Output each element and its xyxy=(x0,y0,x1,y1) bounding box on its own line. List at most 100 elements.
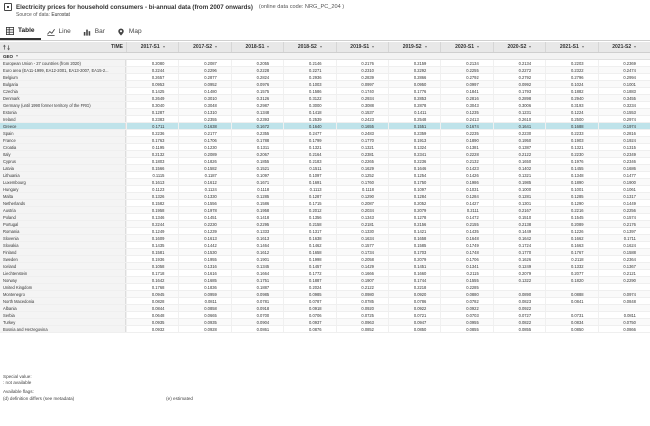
cell-value: 0.2235 xyxy=(466,130,479,136)
tab-table[interactable]: Table xyxy=(0,23,41,40)
row-geo-label[interactable]: European Union - 27 countries (from 2020… xyxy=(0,60,126,66)
row-geo-label[interactable]: Liechtenstein xyxy=(0,270,126,276)
tab-bar[interactable]: Bar xyxy=(77,23,111,40)
column-header[interactable]: 2020-S1 xyxy=(440,42,492,52)
table-row[interactable]: Portugal 0.2244 0.2230 0.2295 0.2158 0.2181 0.… xyxy=(0,221,650,228)
row-geo-label[interactable]: Ireland xyxy=(0,116,126,122)
table-row[interactable]: Hungary 0.1123 0.1124 0.1118 0.1113 0.1118 0.1… xyxy=(0,186,650,193)
row-geo-label[interactable]: Spain xyxy=(0,130,126,136)
table-row[interactable]: Cyprus 0.1803 0.1826 0.1855 0.2183 0.2265 0.22… xyxy=(0,158,650,165)
column-header[interactable]: 2021-S2 xyxy=(597,42,650,52)
row-geo-label[interactable]: Czechia xyxy=(0,88,126,94)
swap-axes-icon[interactable] xyxy=(3,44,10,51)
tab-map[interactable]: Map xyxy=(111,23,148,40)
row-geo-label[interactable]: Bulgaria xyxy=(0,81,126,87)
table-row[interactable]: European Union - 27 countries (from 2020… xyxy=(0,60,650,67)
row-geo-label[interactable]: Croatia xyxy=(0,144,126,150)
table-row[interactable]: Slovakia 0.1435 0.1442 0.1464 0.1462 0.1577 0.… xyxy=(0,242,650,249)
geo-dimension-label[interactable]: GEO xyxy=(0,53,126,59)
table-row[interactable]: Finland 0.1581 0.1530 0.1612 0.1658 0.1734 0.1… xyxy=(0,249,650,256)
cell-value: 0.1748 xyxy=(466,249,479,255)
row-geo-label[interactable]: Greece xyxy=(0,123,126,129)
row-geo-label[interactable]: United Kingdom xyxy=(0,284,126,290)
row-geo-label[interactable]: Montenegro xyxy=(0,291,126,297)
column-header[interactable]: 2020-S2 xyxy=(492,42,545,52)
row-geo-label[interactable]: Germany (until 1990 former territory of … xyxy=(0,102,126,108)
table-row[interactable]: Romania 0.1249 0.1239 0.1333 0.1317 0.1330 0.1… xyxy=(0,228,650,235)
table-row[interactable]: Iceland 0.1058 0.1316 0.1345 0.1457 0.1429 0.1… xyxy=(0,263,650,270)
tab-line[interactable]: Line xyxy=(41,23,77,40)
table-row[interactable]: Slovenia 0.1609 0.1613 0.1613 0.1638 0.1634 0.… xyxy=(0,235,650,242)
cell-value: 0.2359 xyxy=(413,130,427,136)
row-geo-label[interactable]: Poland xyxy=(0,214,126,220)
column-header[interactable]: 2018-S2 xyxy=(283,42,335,52)
table-row[interactable]: Belgium 0.2657 0.2877 0.2824 0.2936 0.2839 0.2… xyxy=(0,74,650,81)
table-row[interactable]: Czechia 0.1425 0.1480 0.1575 0.1586 0.1740 0.1… xyxy=(0,88,650,95)
row-geo-label[interactable]: Norway xyxy=(0,277,126,283)
row-geo-label[interactable]: Denmark xyxy=(0,95,126,101)
table-row[interactable]: North Macedonia 0.0828 0.0811 0.0781 0.0787 0… xyxy=(0,298,650,305)
table-row[interactable]: Liechtenstein 0.1718 0.1616 0.1664 0.1772 0.1… xyxy=(0,270,650,277)
table-row[interactable]: Croatia 0.1195 0.1230 0.1311 0.1321 0.1321 0.1… xyxy=(0,144,650,151)
table-row[interactable]: Ireland 0.2383 0.2355 0.2393 0.2539 0.2423 0.2… xyxy=(0,116,650,123)
column-header[interactable]: 2019-S1 xyxy=(335,42,388,52)
row-geo-label[interactable]: Cyprus xyxy=(0,158,126,164)
download-icon[interactable] xyxy=(4,3,12,11)
row-geo-label[interactable]: Malta xyxy=(0,193,126,199)
column-header[interactable]: 2017-S1 xyxy=(126,42,178,52)
table-row[interactable]: France 0.1763 0.1706 0.1788 0.1799 0.1770 0.19… xyxy=(0,137,650,144)
row-geo-label[interactable]: Turkey xyxy=(0,319,126,325)
row-geo-label[interactable]: Serbia xyxy=(0,312,126,318)
row-geo-label[interactable]: Romania xyxy=(0,228,126,234)
row-geo-label[interactable]: Netherlands xyxy=(0,200,126,206)
cell-value: 0.1613 xyxy=(256,235,270,241)
row-geo-label[interactable]: Hungary xyxy=(0,186,126,192)
row-geo-label[interactable]: North Macedonia xyxy=(0,298,126,304)
table-row[interactable]: Montenegro 0.0945 0.0959 0.0985 0.0985 0.0980… xyxy=(0,291,650,298)
table-row[interactable]: Albania 0.0844 0.0858 0.0918 0.0918 0.0920 0.0… xyxy=(0,305,650,312)
table-row[interactable]: Greece 0.1711 0.1638 0.1672 0.1640 0.1655 0.15… xyxy=(0,123,650,130)
row-geo-label[interactable]: Slovakia xyxy=(0,242,126,248)
table-row[interactable]: Spain 0.2236 0.2177 0.2355 0.2477 0.2483 0.235… xyxy=(0,130,650,137)
row-geo-label[interactable]: Austria xyxy=(0,207,126,213)
row-geo-label[interactable]: Belgium xyxy=(0,74,126,80)
table-row[interactable]: United Kingdom 0.1768 0.1836 0.1887 0.2024 0.… xyxy=(0,284,650,291)
row-geo-label[interactable]: Italy xyxy=(0,151,126,157)
table-row[interactable]: Latvia 0.1566 0.1582 0.1521 0.1511 0.1629 0.16… xyxy=(0,165,650,172)
table-row[interactable]: Norway 0.1642 0.1685 0.1751 0.1887 0.1907 0.17… xyxy=(0,277,650,284)
column-header[interactable]: 2019-S2 xyxy=(387,42,440,52)
column-header[interactable]: 2017-S2 xyxy=(178,42,230,52)
table-row[interactable]: Sweden 0.1936 0.1955 0.1901 0.1998 0.2058 0.20… xyxy=(0,256,650,263)
row-geo-label[interactable]: Portugal xyxy=(0,221,126,227)
table-row[interactable]: Netherlands 0.1582 0.1556 0.1586 0.1715 0.208… xyxy=(0,200,650,207)
column-header[interactable]: 2021-S1 xyxy=(545,42,597,52)
table-row[interactable]: Estonia 0.1287 0.1310 0.1348 0.1418 0.1537 0.1… xyxy=(0,109,650,116)
row-geo-label[interactable]: Luxembourg xyxy=(0,179,126,185)
row-geo-label[interactable]: Euro area (EA11-1999, EA12-2001, EA13-20… xyxy=(0,67,126,73)
row-geo-label[interactable]: Lithuania xyxy=(0,172,126,178)
row-geo-label[interactable]: Finland xyxy=(0,249,126,255)
table-row[interactable]: Euro area (EA11-1999, EA12-2001, EA13-20… xyxy=(0,67,650,74)
row-geo-label[interactable]: Albania xyxy=(0,305,126,311)
table-row[interactable]: Germany (until 1990 former territory of … xyxy=(0,102,650,109)
row-geo-label[interactable]: Slovenia xyxy=(0,235,126,241)
table-row[interactable]: Denmark 0.2649 0.3010 0.3126 0.3122 0.2934 0.2… xyxy=(0,95,650,102)
table-row[interactable]: Austria 0.1958 0.1978 0.1958 0.2012 0.2034 0.2… xyxy=(0,207,650,214)
table-cell: 0.1724 xyxy=(492,242,545,248)
table-row[interactable]: Malta 0.1326 0.1330 0.1285 0.1287 0.1290 0.128… xyxy=(0,193,650,200)
table-row[interactable]: Italy 0.2132 0.2089 0.2067 0.2164 0.2381 0.234… xyxy=(0,151,650,158)
row-geo-label[interactable]: Sweden xyxy=(0,256,126,262)
table-row[interactable]: Lithuania 0.1115 0.1187 0.1097 0.1097 0.1252 0… xyxy=(0,172,650,179)
table-row[interactable]: Luxembourg 0.1613 0.1612 0.1671 0.1691 0.1760… xyxy=(0,179,650,186)
row-geo-label[interactable]: Latvia xyxy=(0,165,126,171)
row-geo-label[interactable]: Iceland xyxy=(0,263,126,269)
table-row[interactable]: Bosnia and Herzegovina 0.0932 0.0928 0.0861… xyxy=(0,326,650,333)
table-row[interactable]: Serbia 0.0648 0.0665 0.0700 0.0706 0.0725 0.07… xyxy=(0,312,650,319)
column-header[interactable]: 2018-S1 xyxy=(230,42,283,52)
table-row[interactable]: Bulgaria 0.0953 0.0952 0.0976 0.1003 0.0997 0.… xyxy=(0,81,650,88)
row-geo-label[interactable]: Estonia xyxy=(0,109,126,115)
row-geo-label[interactable]: France xyxy=(0,137,126,143)
table-row[interactable]: Turkey 0.0935 0.0935 0.0904 0.0937 0.0963 0.09… xyxy=(0,319,650,326)
table-row[interactable]: Poland 0.1346 0.1451 0.1418 0.1356 0.1343 0.12… xyxy=(0,214,650,221)
row-geo-label[interactable]: Bosnia and Herzegovina xyxy=(0,326,126,332)
